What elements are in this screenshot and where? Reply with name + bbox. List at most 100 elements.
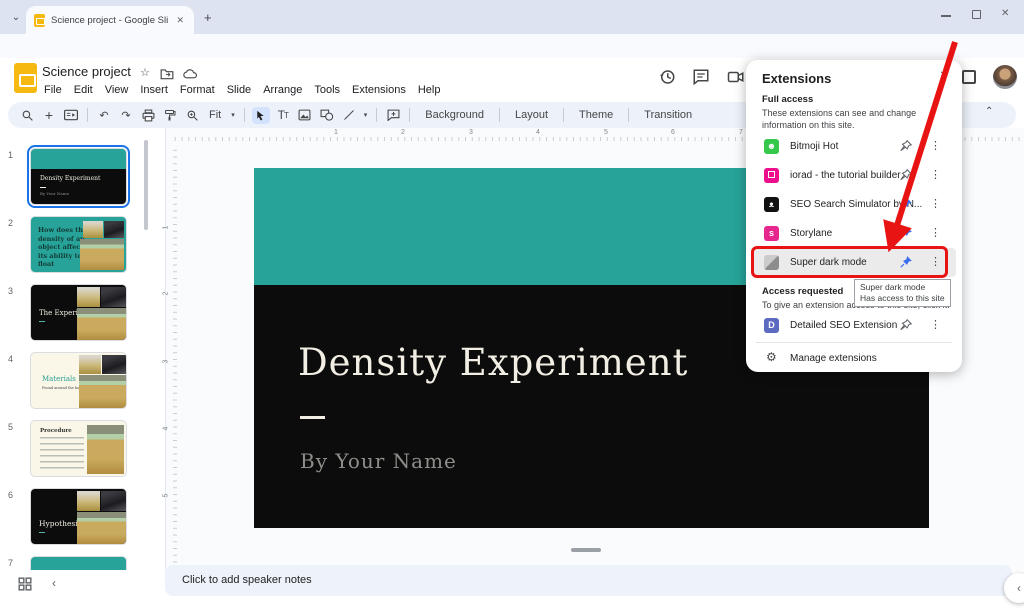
tab-search-chevron-icon[interactable]: ⌄ [6, 7, 26, 27]
pin-outline-icon[interactable] [899, 318, 913, 332]
slide-thumbnail-7[interactable] [30, 556, 127, 570]
insert-shape-button[interactable] [318, 107, 336, 124]
pin-filled-icon[interactable] [899, 226, 913, 240]
comments-icon[interactable] [692, 68, 710, 86]
extension-more-icon[interactable]: ⋮ [930, 168, 941, 181]
extension-more-icon[interactable]: ⋮ [930, 318, 941, 331]
speaker-notes-box[interactable]: Click to add speaker notes [165, 565, 1012, 596]
menu-extensions[interactable]: Extensions [346, 82, 412, 98]
insert-image-button[interactable] [296, 107, 314, 124]
notes-resize-handle[interactable] [571, 548, 601, 552]
move-folder-icon[interactable] [160, 68, 174, 80]
filmstrip-scrollbar[interactable] [144, 140, 148, 230]
theme-button[interactable]: Theme [571, 109, 621, 121]
account-avatar[interactable] [993, 65, 1017, 89]
select-tool-button[interactable] [252, 107, 270, 124]
menu-help[interactable]: Help [412, 82, 447, 98]
menu-file[interactable]: File [38, 82, 68, 98]
slideshow-button[interactable] [962, 70, 976, 84]
zoom-in-icon[interactable] [183, 107, 201, 124]
version-history-icon[interactable] [658, 68, 676, 86]
slide-thumbnail-3[interactable]: The Experiment [30, 284, 127, 341]
transition-button[interactable]: Transition [636, 109, 700, 121]
thumb-dash [39, 321, 45, 322]
menu-insert[interactable]: Insert [134, 82, 174, 98]
ruler-number: 5 [604, 129, 608, 136]
extension-row-storylane[interactable]: s Storylane ⋮ [752, 219, 956, 248]
thumb-photo [87, 425, 124, 474]
undo-button[interactable]: ↶ [95, 107, 113, 124]
present-view-icon[interactable] [62, 107, 80, 124]
slide-thumbnail-6[interactable]: Hypothesis [30, 488, 127, 545]
layout-button[interactable]: Layout [507, 109, 556, 121]
zoom-select[interactable]: Fit [205, 109, 225, 121]
background-button[interactable]: Background [417, 109, 492, 121]
seo-simulator-icon: ᴥ [764, 197, 779, 212]
slides-favicon-icon [34, 14, 45, 27]
thumb-photo [77, 308, 126, 340]
new-tab-button[interactable]: + [204, 10, 212, 25]
menu-arrange[interactable]: Arrange [257, 82, 308, 98]
grid-view-button[interactable] [18, 577, 32, 591]
toolbar-divider [376, 108, 377, 122]
extension-row-seo-simulator[interactable]: ᴥ SEO Search Simulator by N... ⋮ [752, 190, 956, 219]
browser-tab[interactable]: Science project - Google Slides ✕ [26, 6, 194, 34]
cloud-status-icon[interactable] [183, 68, 198, 80]
slide-title-text[interactable]: Density Experiment [298, 341, 688, 384]
menu-bar: File Edit View Insert Format Slide Arran… [38, 82, 446, 98]
paint-format-icon[interactable] [161, 107, 179, 124]
toolbar-divider [244, 108, 245, 122]
pin-outline-icon[interactable] [899, 139, 913, 153]
thumb-bullet-lines [40, 437, 84, 471]
redo-button[interactable]: ↷ [117, 107, 135, 124]
print-button[interactable] [139, 107, 157, 124]
meet-camera-icon[interactable] [727, 68, 745, 86]
extension-row-bitmoji[interactable]: ☻ Bitmoji Hot ⋮ [752, 132, 956, 161]
new-slide-button[interactable]: + [40, 107, 58, 124]
thumb-subtitle: By Your Name [40, 191, 69, 196]
insert-line-button[interactable] [340, 107, 358, 124]
ruler-number: 7 [739, 129, 743, 136]
hide-menus-chevron-icon[interactable]: ⌃ [985, 106, 993, 117]
extension-more-icon[interactable]: ⋮ [930, 139, 941, 152]
window-maximize-button[interactable] [972, 10, 981, 19]
extension-name: iorad - the tutorial builder [790, 170, 901, 181]
tab-close-icon[interactable]: ✕ [174, 13, 186, 28]
menu-slide[interactable]: Slide [221, 82, 257, 98]
text-box-tool-button[interactable]: TT [274, 107, 292, 124]
tooltip-status: Has access to this site [860, 293, 945, 304]
slide-byline-text[interactable]: By Your Name [300, 449, 457, 473]
zoom-select-caret-icon[interactable]: ▾ [229, 111, 237, 119]
slide-thumbnail-5[interactable]: Procedure [30, 420, 127, 477]
extension-name: Storylane [790, 228, 832, 239]
manage-extensions-button[interactable]: ⚙ Manage extensions [752, 344, 956, 373]
thumb-number: 6 [8, 490, 13, 500]
slide-thumbnail-4[interactable]: Materials Found around the house [30, 352, 127, 409]
document-title[interactable]: Science project [42, 64, 131, 79]
window-minimize-button[interactable] [941, 15, 951, 17]
extension-row-detailed-seo[interactable]: D Detailed SEO Extension ⋮ [752, 311, 956, 340]
slide-thumbnail-1[interactable]: Density Experiment By Your Name [30, 148, 127, 205]
slide-filmstrip: 1 2 3 4 5 6 7 Density Experiment By Your… [0, 128, 150, 570]
line-tool-caret-icon[interactable]: ▾ [362, 111, 370, 119]
search-menus-icon[interactable] [18, 107, 36, 124]
window-close-button[interactable]: ✕ [1001, 8, 1009, 19]
thumb-photo [102, 355, 126, 374]
menu-tools[interactable]: Tools [308, 82, 346, 98]
menu-edit[interactable]: Edit [68, 82, 99, 98]
pin-filled-icon[interactable] [899, 197, 913, 211]
ruler-number: 2 [162, 292, 169, 296]
filmstrip-collapse-chevron-icon[interactable]: ‹ [52, 576, 56, 590]
extension-row-iorad[interactable]: iorad - the tutorial builder ⋮ [752, 161, 956, 190]
insert-comment-button[interactable] [384, 107, 402, 124]
extension-more-icon[interactable]: ⋮ [930, 197, 941, 210]
extensions-panel-close-icon[interactable]: ✕ [940, 70, 948, 81]
star-document-icon[interactable]: ☆ [140, 66, 150, 79]
menu-view[interactable]: View [99, 82, 135, 98]
slide-thumbnail-2[interactable]: How does the density of an object affect… [30, 216, 127, 273]
detailed-seo-icon: D [764, 318, 779, 333]
extension-more-icon[interactable]: ⋮ [930, 226, 941, 239]
pin-outline-icon[interactable] [899, 168, 913, 182]
menu-format[interactable]: Format [174, 82, 221, 98]
slides-logo-icon[interactable] [14, 63, 37, 93]
